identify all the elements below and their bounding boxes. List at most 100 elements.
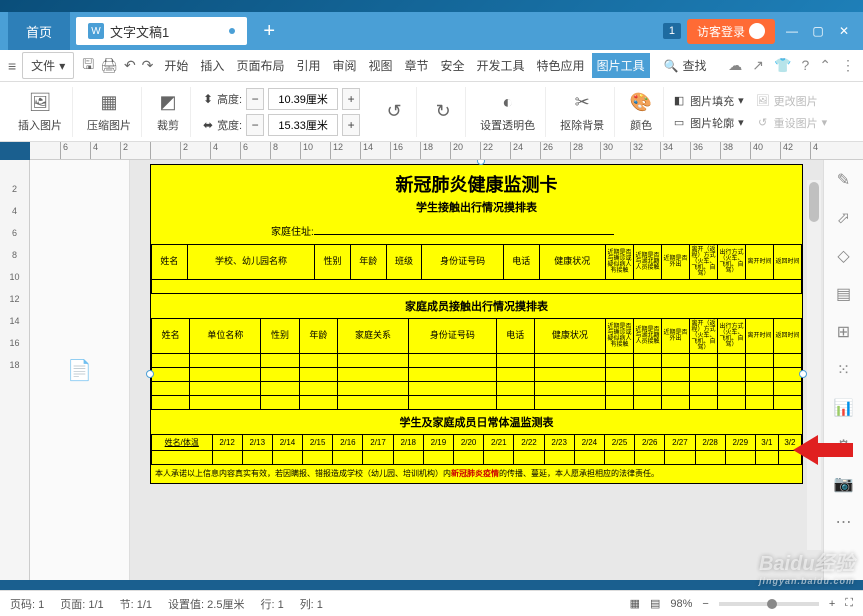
width-input[interactable]: [268, 114, 338, 136]
temperature-table: 姓名/体温2/122/132/142/152/162/172/182/192/2…: [151, 434, 802, 465]
transparent-group[interactable]: ◐ 设置透明色: [470, 87, 546, 137]
width-inc[interactable]: +: [342, 114, 360, 136]
shape-icon[interactable]: ◇: [834, 246, 854, 266]
more-icon[interactable]: ⋮: [841, 57, 855, 74]
crop-group[interactable]: ◩ 裁剪: [146, 87, 191, 137]
zoom-in[interactable]: +: [829, 598, 835, 610]
status-row: 行: 1: [260, 596, 283, 612]
doc-main-title: 新冠肺炎健康监测卡: [151, 165, 802, 199]
status-col: 列: 1: [300, 596, 323, 612]
outline-button[interactable]: ▭ 图片轮廓▾: [668, 113, 748, 133]
change-pic-button: 🖼 更改图片: [752, 91, 832, 111]
page-thumb-icon[interactable]: 📄: [67, 358, 92, 383]
rotate-right-icon: ↻: [431, 100, 455, 124]
layers-icon[interactable]: ▤: [834, 284, 854, 304]
save-icon[interactable]: 🖫: [82, 54, 94, 78]
select-icon[interactable]: ⬀: [834, 208, 854, 228]
color-group[interactable]: 🎨 颜色: [619, 87, 664, 137]
color-icon: 🎨: [629, 91, 653, 115]
pen-icon[interactable]: ✎: [834, 170, 854, 190]
add-tab-button[interactable]: +: [255, 17, 283, 45]
avatar-icon: [749, 23, 765, 39]
status-section: 节: 1/1: [120, 596, 152, 612]
vertical-scrollbar[interactable]: [807, 180, 821, 550]
fill-button[interactable]: ◧ 图片填充▾: [668, 91, 748, 111]
nav-panel: 📄: [30, 160, 130, 580]
insert-picture-group[interactable]: 🖼 插入图片: [8, 87, 73, 137]
right-toolbar: ✎ ⬀ ◇ ▤ ⊞ ⁙ 📊 ⚙ 📷 ⋯: [823, 160, 863, 580]
cloud-icon[interactable]: ☁: [728, 57, 742, 74]
menu-section[interactable]: 章节: [400, 53, 434, 78]
doc-subtitle1: 学生接触出行情况摸排表: [151, 199, 802, 221]
apps-icon[interactable]: ⁙: [834, 360, 854, 380]
menu-view[interactable]: 视图: [363, 53, 397, 78]
menu-picture-tools[interactable]: 图片工具: [592, 53, 650, 78]
remove-bg-group[interactable]: ✂ 抠除背景: [550, 87, 615, 137]
modified-dot: [229, 28, 235, 34]
doc-title: 文字文稿1: [110, 22, 169, 41]
undo-icon[interactable]: ↶: [124, 57, 136, 74]
status-setting: 设置值: 2.5厘米: [168, 596, 244, 612]
fullscreen-icon[interactable]: ⛶: [845, 597, 853, 610]
camera-icon[interactable]: 📷: [834, 474, 854, 494]
help-icon[interactable]: ?: [801, 57, 809, 74]
section2-title: 家庭成员接触出行情况摸排表: [151, 294, 802, 318]
menu-review[interactable]: 审阅: [327, 53, 361, 78]
skin-icon[interactable]: 👕: [774, 57, 791, 74]
lock-aspect-icon[interactable]: ⬍: [203, 92, 213, 106]
menu-insert[interactable]: 插入: [195, 53, 229, 78]
table-icon[interactable]: ⊞: [834, 322, 854, 342]
menu-start[interactable]: 开始: [159, 53, 193, 78]
address-row: 家庭住址:: [151, 221, 802, 244]
chart-icon[interactable]: 📊: [834, 398, 854, 418]
rotate-group[interactable]: ↺: [372, 87, 417, 137]
hamburger-icon[interactable]: ≡: [8, 58, 16, 74]
collapse-icon[interactable]: ⌃: [819, 57, 831, 74]
rotate-group2[interactable]: ↻: [421, 87, 466, 137]
canvas[interactable]: 新冠肺炎健康监测卡 学生接触出行情况摸排表 家庭住址: 姓名学校、幼儿园名称性别…: [130, 160, 823, 580]
redo-icon[interactable]: ↷: [142, 57, 154, 74]
share-icon[interactable]: ↗: [752, 57, 764, 74]
tab-count-badge: 1: [663, 23, 681, 39]
view-mode-icon2[interactable]: ▤: [650, 597, 660, 610]
search-button[interactable]: 🔍 查找: [658, 53, 713, 78]
reset-icon: ↺: [756, 116, 770, 130]
print-icon[interactable]: 🖨: [100, 57, 118, 74]
menu-special[interactable]: 特色应用: [532, 53, 590, 78]
width-label: 宽度:: [217, 117, 242, 133]
height-dec[interactable]: −: [246, 88, 264, 110]
rotate-left-icon: ↺: [382, 100, 406, 124]
crop-icon: ◩: [156, 91, 180, 115]
width-dec[interactable]: −: [246, 114, 264, 136]
compress-group[interactable]: ▦ 压缩图片: [77, 87, 142, 137]
zoom-out[interactable]: −: [702, 598, 708, 610]
login-button[interactable]: 访客登录: [687, 19, 775, 44]
zoom-value[interactable]: 98%: [670, 598, 692, 610]
watermark: Baidu经验 jingyan.baidu.com: [759, 547, 855, 586]
remove-bg-icon: ✂: [570, 91, 594, 115]
maximize-button[interactable]: ▢: [807, 23, 829, 39]
height-inc[interactable]: +: [342, 88, 360, 110]
outline-icon: ▭: [672, 116, 686, 130]
picture-icon: 🖼: [28, 91, 52, 115]
file-menu[interactable]: 文件▾: [22, 52, 74, 79]
document-image[interactable]: 新冠肺炎健康监测卡 学生接触出行情况摸排表 家庭住址: 姓名学校、幼儿园名称性别…: [150, 164, 803, 484]
menu-dev[interactable]: 开发工具: [472, 53, 530, 78]
close-button[interactable]: ✕: [833, 23, 855, 39]
more-tools-icon[interactable]: ⋯: [834, 512, 854, 532]
menu-security[interactable]: 安全: [436, 53, 470, 78]
tab-document[interactable]: W 文字文稿1: [76, 17, 247, 45]
reset-pic-button[interactable]: ↺ 重设图片▾: [752, 113, 832, 133]
height-input[interactable]: [268, 88, 338, 110]
fill-icon: ◧: [672, 94, 686, 108]
tab-home[interactable]: 首页: [8, 12, 70, 50]
menu-page-layout[interactable]: 页面布局: [231, 53, 289, 78]
menu-reference[interactable]: 引用: [291, 53, 325, 78]
minimize-button[interactable]: —: [781, 23, 803, 39]
scroll-thumb[interactable]: [809, 182, 819, 222]
zoom-slider[interactable]: [719, 602, 819, 606]
width-icon[interactable]: ⬌: [203, 118, 213, 132]
status-page[interactable]: 页码: 1: [10, 596, 44, 612]
view-mode-icon[interactable]: ▦: [630, 597, 640, 610]
status-pages[interactable]: 页面: 1/1: [60, 596, 103, 612]
